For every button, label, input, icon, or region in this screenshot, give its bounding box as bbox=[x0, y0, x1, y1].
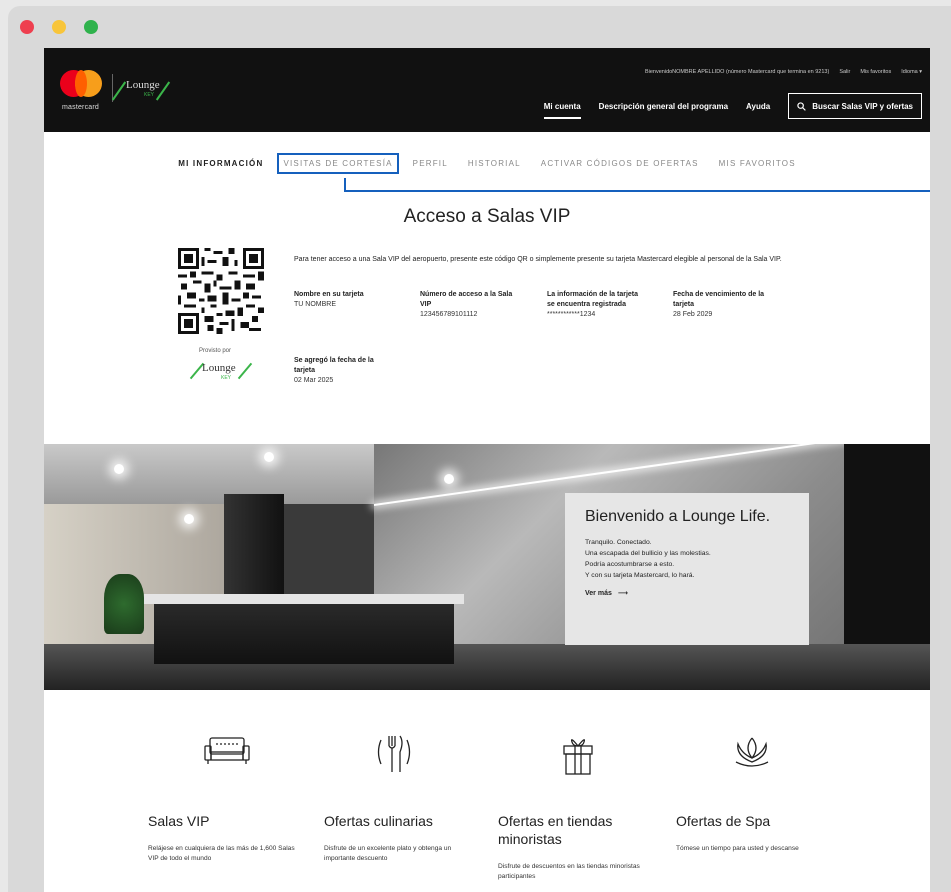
page-viewport: mastercard Lounge KEY BienvenidoNOMBRE A… bbox=[44, 48, 930, 892]
callout-line bbox=[344, 190, 930, 192]
page-title: Acceso a Salas VIP bbox=[403, 206, 571, 227]
gift-icon bbox=[563, 739, 593, 775]
utility-links: BienvenidoNOMBRE APELLIDO (número Master… bbox=[645, 69, 922, 75]
tab-favorites[interactable]: MIS FAVORITOS bbox=[719, 159, 796, 168]
welcome-title: Bienvenido a Lounge Life. bbox=[585, 508, 771, 525]
language-selector[interactable]: Idioma ▾ bbox=[901, 69, 922, 75]
favorites-link[interactable]: Mis favoritos bbox=[860, 69, 891, 75]
browser-window: mastercard Lounge KEY BienvenidoNOMBRE A… bbox=[8, 6, 951, 892]
account-tabs: MI INFORMACIÓN VISITAS DE CORTESÍA PERFI… bbox=[44, 153, 930, 174]
see-more-label: Ver más bbox=[585, 589, 612, 597]
welcome-line: Podría acostumbrarse a esto. bbox=[585, 561, 675, 568]
tab-activate-codes[interactable]: ACTIVAR CÓDIGOS DE OFERTAS bbox=[541, 159, 699, 168]
access-instructions: Para tener acceso a una Sala VIP del aer… bbox=[294, 256, 782, 263]
see-more-link[interactable]: Ver más ⟶ bbox=[585, 589, 789, 598]
card-expiry-field: Fecha de vencimiento de la tarjeta 28 Fe… bbox=[673, 291, 765, 318]
logout-link[interactable]: Salir bbox=[839, 69, 850, 75]
nav-program-overview[interactable]: Descripción general del programa bbox=[599, 102, 728, 111]
card-added-date-field: Se agregó la fecha de la tarjeta 02 Mar … bbox=[294, 357, 374, 384]
close-window-button[interactable] bbox=[20, 20, 34, 34]
search-icon bbox=[797, 101, 806, 111]
qr-code bbox=[178, 248, 264, 334]
feature-title[interactable]: Ofertas culinarias bbox=[324, 812, 489, 830]
feature-title[interactable]: Ofertas en tiendas minoristas bbox=[498, 812, 658, 848]
search-lounges-button[interactable]: Buscar Salas VIP y ofertas bbox=[788, 93, 922, 119]
search-button-label: Buscar Salas VIP y ofertas bbox=[812, 101, 913, 111]
feature-description: Relájese en cualquiera de las más de 1,6… bbox=[148, 845, 295, 862]
title-bar bbox=[8, 6, 951, 48]
feature-title[interactable]: Ofertas de Spa bbox=[676, 812, 826, 830]
welcome-line: Y con su tarjeta Mastercard, lo hará. bbox=[585, 572, 695, 579]
loungekey-logo[interactable]: Lounge KEY bbox=[111, 76, 172, 104]
dining-icon bbox=[377, 735, 411, 772]
arrow-right-icon: ⟶ bbox=[617, 590, 628, 597]
site-header: mastercard Lounge KEY BienvenidoNOMBRE A… bbox=[44, 48, 930, 132]
provided-by-label: Provisto por bbox=[199, 348, 232, 354]
lotus-icon bbox=[735, 737, 769, 767]
welcome-line: Una escapada del bullicio y las molestia… bbox=[585, 550, 711, 557]
card-name-field: Nombre en su tarjeta TU NOMBRE bbox=[294, 291, 364, 308]
feature-description: Tómese un tiempo para usted y descanse bbox=[676, 845, 799, 852]
tab-history[interactable]: HISTORIAL bbox=[468, 159, 521, 168]
welcome-line: Tranquilo. Conectado. bbox=[585, 539, 652, 546]
registered-card-field: La información de la tarjeta se encuentr… bbox=[547, 291, 639, 318]
feature-title[interactable]: Salas VIP bbox=[148, 812, 298, 830]
main-nav: Mi cuenta Descripción general del progra… bbox=[543, 93, 922, 119]
mastercard-wordmark: mastercard bbox=[62, 104, 100, 111]
loungekey-provider-logo: Lounge KEY bbox=[188, 360, 254, 384]
tab-my-information[interactable]: MI INFORMACIÓN bbox=[178, 159, 263, 168]
maximize-window-button[interactable] bbox=[84, 20, 98, 34]
nav-help[interactable]: Ayuda bbox=[746, 102, 770, 111]
feature-description: Disfrute de un excelente plato y obtenga… bbox=[324, 845, 452, 862]
tab-courtesy-visits[interactable]: VISITAS DE CORTESÍA bbox=[277, 153, 399, 174]
mastercard-logo[interactable] bbox=[60, 70, 104, 102]
lounge-access-number-field: Número de acceso a la Sala VIP 123456789… bbox=[420, 291, 513, 318]
nav-my-account[interactable]: Mi cuenta bbox=[543, 102, 581, 119]
feature-description: Disfrute de descuentos en las tiendas mi… bbox=[498, 863, 640, 880]
welcome-card: Bienvenido a Lounge Life. Tranquilo. Con… bbox=[565, 493, 809, 645]
welcome-text: BienvenidoNOMBRE APELLIDO (número Master… bbox=[644, 69, 830, 75]
sofa-icon bbox=[204, 737, 250, 764]
minimize-window-button[interactable] bbox=[52, 20, 66, 34]
tab-profile[interactable]: PERFIL bbox=[413, 159, 448, 168]
